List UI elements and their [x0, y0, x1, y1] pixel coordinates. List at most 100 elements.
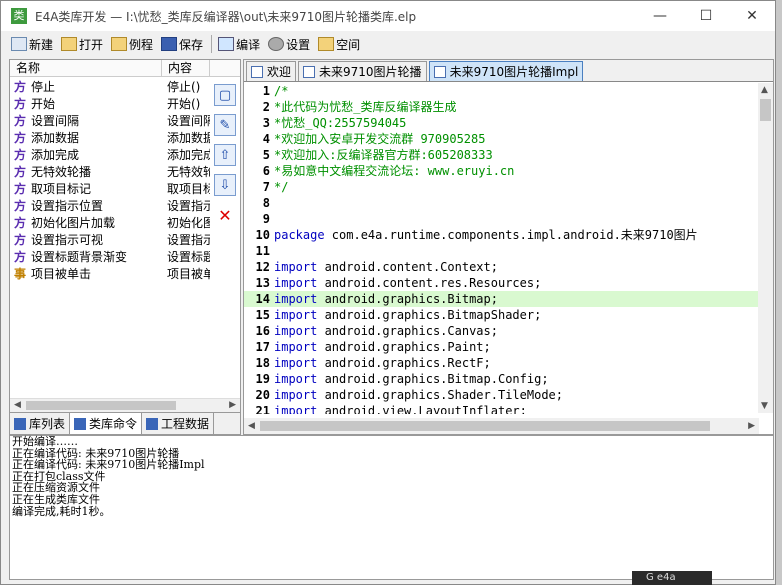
editor-horizontal-scrollbar[interactable]: ◀ ▶	[244, 418, 759, 434]
code-line: 1 /*	[244, 83, 759, 99]
member-name: 设置指示位置	[31, 199, 104, 213]
method-icon: 方	[13, 233, 26, 247]
output-line: 编译完成,耗时1秒。	[12, 504, 111, 518]
tab-library-list[interactable]: 库列表	[10, 413, 71, 434]
code-line: 7 */	[244, 179, 759, 195]
open-button[interactable]: 打开	[61, 36, 103, 53]
method-icon: 方	[13, 148, 26, 162]
tab-project-data-label: 工程数据	[161, 417, 210, 431]
code-text-area[interactable]: 1 /* 2 *此代码为忧愁_类库反编译器生成 3 *忧愁_QQ:2557594045 4 *…	[244, 83, 759, 414]
code-line: 16 import android.graphics.Canvas;	[244, 323, 759, 339]
build-output-panel[interactable]: 开始编译…… 正在编译代码: 未来9710图片轮播 正在编译代码: 未来9710图片…	[9, 435, 774, 580]
folder-open-icon	[61, 37, 78, 51]
member-content: 项目被单	[167, 267, 210, 281]
list-item[interactable]: 方开始 开始()	[10, 95, 210, 112]
keyword: import	[274, 292, 318, 306]
line-number: 2	[262, 100, 270, 114]
move-down-icon[interactable]: ⇩	[214, 174, 236, 196]
edit-item-icon[interactable]: ✎	[214, 114, 236, 136]
tab-class-impl[interactable]: 未来9710图片轮播Impl	[428, 61, 584, 81]
code-line: 8	[244, 195, 759, 211]
code-content: android.graphics.Bitmap;	[317, 292, 498, 306]
code-content: android.content.Context;	[317, 260, 498, 274]
scroll-up-arrow-icon[interactable]: ▲	[761, 85, 768, 95]
new-button[interactable]: 新建	[11, 36, 53, 53]
method-icon: 方	[13, 97, 26, 111]
line-number: 11	[255, 244, 270, 258]
editor-vscroll-thumb[interactable]	[760, 99, 771, 121]
list-item[interactable]: 事项目被单击 项目被单	[10, 265, 210, 282]
maximize-button[interactable]: ☐	[683, 1, 729, 31]
members-scroll-thumb[interactable]	[26, 401, 176, 410]
members-horizontal-scrollbar[interactable]: ◀ ▶	[10, 398, 240, 412]
tab-class-impl-label: 未来9710图片轮播Impl	[449, 65, 579, 79]
list-item[interactable]: 方添加完成 添加完成	[10, 146, 210, 163]
list-item[interactable]: 方无特效轮播 无特效轮	[10, 163, 210, 180]
list-item[interactable]: 方设置指示位置 设置指示	[10, 197, 210, 214]
code-text: */	[274, 179, 288, 195]
tab-library-commands[interactable]: 类库命令	[70, 413, 143, 434]
scroll-down-arrow-icon[interactable]: ▼	[761, 401, 768, 411]
compile-icon	[218, 37, 235, 51]
list-item[interactable]: 方设置标题背景渐变 设置标题	[10, 248, 210, 265]
code-text: import android.graphics.Paint;	[274, 339, 491, 355]
compile-label: 编译	[236, 37, 261, 52]
member-name-cell: 方停止	[10, 78, 162, 95]
keyword: import	[274, 324, 318, 338]
move-up-icon[interactable]: ⇧	[214, 144, 236, 166]
line-number: 20	[255, 388, 270, 402]
scroll-left-arrow-icon[interactable]: ◀	[248, 421, 255, 431]
app-icon: 类	[11, 8, 27, 24]
title-bar[interactable]: 类 E4A类库开发 — I:\忧愁_类库反编译器\out\未来9710图片轮播类…	[1, 1, 775, 31]
line-number: 5	[262, 148, 270, 162]
list-item[interactable]: 方取项目标记 取项目标	[10, 180, 210, 197]
list-item[interactable]: 方初始化图片加载 初始化图	[10, 214, 210, 231]
list-item[interactable]: 方设置指示可视 设置指示	[10, 231, 210, 248]
code-line: 4 *欢迎加入安卓开发交流群 970905285	[244, 131, 759, 147]
scroll-left-arrow-icon[interactable]: ◀	[14, 400, 21, 410]
compile-button[interactable]: 编译	[218, 36, 260, 53]
library-list-icon	[14, 417, 26, 430]
code-text: import android.graphics.Shader.TileMode;	[274, 387, 563, 403]
code-text: /*	[274, 83, 288, 99]
library-commands-icon	[74, 417, 87, 430]
list-item[interactable]: 方添加数据 添加数据	[10, 129, 210, 146]
tab-library-commands-label: 类库命令	[89, 417, 138, 431]
code-text: import android.graphics.Bitmap.Config;	[274, 371, 549, 387]
member-name-cell: 方添加完成	[10, 146, 162, 163]
line-number: 12	[255, 260, 270, 274]
column-header-name[interactable]: 名称	[10, 60, 162, 76]
settings-button[interactable]: 设置	[268, 36, 310, 53]
examples-button[interactable]: 例程	[111, 36, 153, 53]
keyword: import	[274, 372, 318, 386]
method-icon: 方	[13, 216, 26, 230]
scroll-right-arrow-icon[interactable]: ▶	[748, 421, 755, 431]
editor-vertical-scrollbar[interactable]: ▲ ▼	[758, 83, 773, 413]
tab-class-main[interactable]: 未来9710图片轮播	[298, 61, 427, 81]
member-name-cell: 方开始	[10, 95, 162, 112]
column-header-content[interactable]: 内容	[162, 60, 210, 76]
save-button[interactable]: 保存	[161, 36, 203, 53]
list-item[interactable]: 方设置间隔 设置间隔	[10, 112, 210, 129]
tab-project-data[interactable]: 工程数据	[142, 413, 215, 434]
delete-icon[interactable]: ✕	[214, 204, 236, 226]
event-icon: 事	[13, 267, 26, 281]
close-button[interactable]: ✕	[729, 1, 775, 31]
keyword: import	[274, 260, 318, 274]
workspace-button[interactable]: 空间	[318, 36, 360, 53]
list-item[interactable]: 方停止 停止()	[10, 78, 210, 95]
method-icon: 方	[13, 182, 26, 196]
minimize-button[interactable]: —	[637, 1, 683, 31]
member-content: 无特效轮	[167, 165, 210, 179]
scroll-right-arrow-icon[interactable]: ▶	[229, 400, 236, 410]
editor-hscroll-thumb[interactable]	[260, 421, 710, 431]
members-list: 方停止 停止() 方开始 开始() 方设置间隔 设置间隔方添加数据 添加数据方添加完成 添加完…	[10, 78, 210, 282]
code-content: *此代码为忧愁_类库反编译器生成	[274, 100, 457, 114]
member-name: 开始	[31, 97, 56, 111]
code-content: android.graphics.Shader.TileMode;	[317, 388, 563, 402]
member-content: 设置指示	[167, 199, 210, 213]
new-item-icon[interactable]: ▢	[214, 84, 236, 106]
tab-welcome[interactable]: 欢迎	[246, 61, 297, 81]
new-file-icon	[11, 37, 27, 51]
desktop-background	[776, 0, 782, 585]
